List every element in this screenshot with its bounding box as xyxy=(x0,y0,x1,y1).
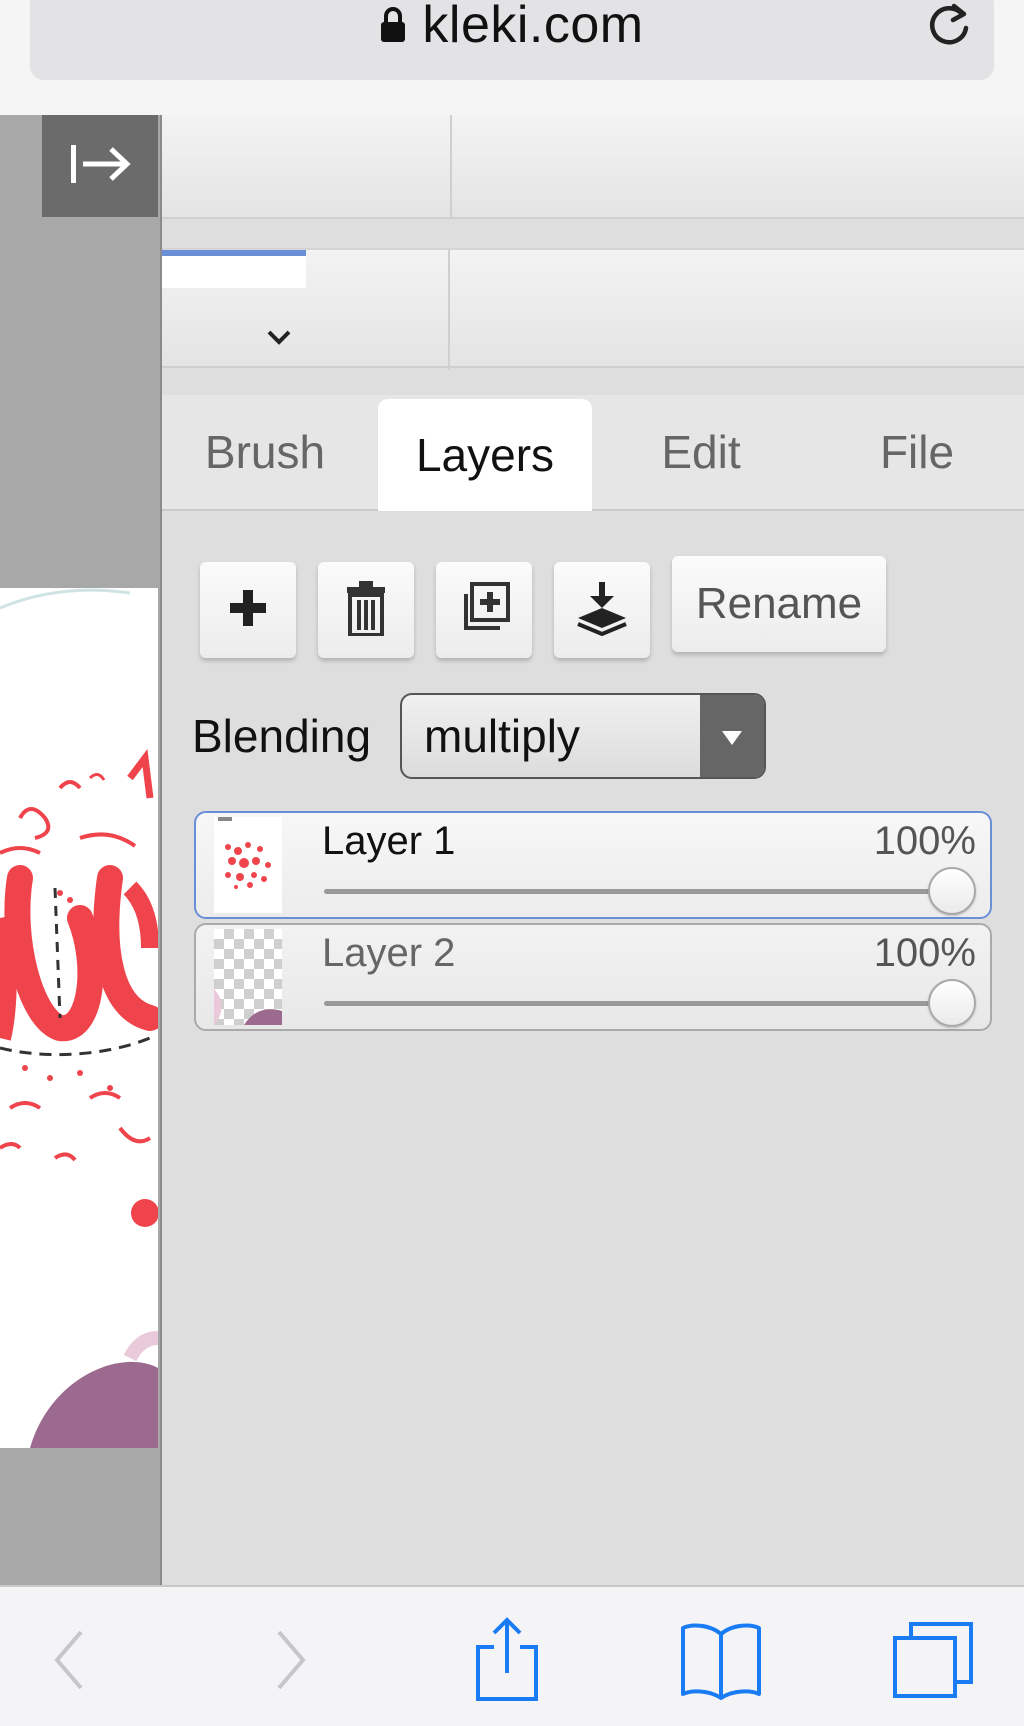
forward-button[interactable] xyxy=(246,1617,336,1707)
canvas-artwork[interactable] xyxy=(0,588,158,1448)
blending-value: multiply xyxy=(424,710,580,762)
top-row-divider xyxy=(450,115,452,219)
blending-label: Blending xyxy=(192,710,372,762)
lock-icon xyxy=(380,5,406,45)
bookmarks-icon xyxy=(679,1620,763,1705)
tabs-button[interactable] xyxy=(888,1617,978,1707)
trash-icon xyxy=(345,580,387,641)
bookmarks-button[interactable] xyxy=(676,1617,766,1707)
delete-layer-button[interactable] xyxy=(318,562,414,658)
tab-edit[interactable]: Edit xyxy=(594,395,808,509)
slider-track xyxy=(324,1001,952,1006)
merge-layer-down-button[interactable] xyxy=(554,562,650,658)
tab-file[interactable]: File xyxy=(810,395,1024,509)
panel-top-row xyxy=(162,115,1024,219)
chevron-down-icon[interactable] xyxy=(266,328,292,346)
merge-down-icon xyxy=(576,580,628,641)
tab-brush[interactable]: Brush xyxy=(162,395,368,509)
add-layer-button[interactable] xyxy=(200,562,296,658)
dropdown-arrow-icon xyxy=(700,695,764,777)
address-bar[interactable]: kleki.com xyxy=(30,0,994,80)
color-swatch[interactable] xyxy=(162,250,306,288)
share-button[interactable] xyxy=(462,1616,552,1708)
second-row-divider xyxy=(448,250,450,370)
back-icon xyxy=(49,1628,89,1697)
browser-bottom-toolbar xyxy=(0,1585,1024,1726)
collapse-panel-button[interactable] xyxy=(42,115,158,217)
canvas-area[interactable] xyxy=(0,115,158,1585)
duplicate-icon xyxy=(458,581,510,639)
panel-second-row xyxy=(162,248,1024,370)
blending-row: Blending multiply xyxy=(192,693,992,779)
layer-2-opacity-slider[interactable] xyxy=(324,979,976,1027)
layer-1-opacity-slider[interactable] xyxy=(324,867,976,915)
duplicate-layer-button[interactable] xyxy=(436,562,532,658)
kleki-app: Brush Layers Edit File Rename Blending m… xyxy=(0,115,1024,1585)
tabs-icon xyxy=(891,1620,975,1705)
layer-item-1[interactable]: Layer 1 100% xyxy=(194,811,992,919)
collapse-panel-icon xyxy=(67,139,133,194)
panel-tabs: Brush Layers Edit File xyxy=(162,395,1024,511)
forward-icon xyxy=(271,1628,311,1697)
tool-panel: Brush Layers Edit File Rename Blending m… xyxy=(160,115,1024,1585)
layer-item-2[interactable]: Layer 2 100% xyxy=(194,923,992,1031)
layer-1-thumbnail xyxy=(214,817,282,913)
slider-thumb[interactable] xyxy=(928,867,976,915)
browser-url-bar-area: kleki.com xyxy=(0,0,1024,115)
back-button[interactable] xyxy=(24,1617,114,1707)
layer-2-name: Layer 2 xyxy=(322,931,456,975)
reload-icon[interactable] xyxy=(924,0,974,50)
rename-layer-button[interactable]: Rename xyxy=(672,556,886,652)
plus-icon xyxy=(228,588,268,633)
layer-1-opacity: 100% xyxy=(873,819,976,863)
layer-1-name: Layer 1 xyxy=(322,819,456,863)
artwork-image xyxy=(0,588,158,1448)
url-content: kleki.com xyxy=(30,0,994,54)
slider-thumb[interactable] xyxy=(928,979,976,1027)
url-text[interactable]: kleki.com xyxy=(422,0,643,55)
blending-select[interactable]: multiply xyxy=(400,693,766,779)
share-icon xyxy=(472,1616,542,1708)
layer-2-opacity: 100% xyxy=(873,931,976,975)
tab-layers[interactable]: Layers xyxy=(378,399,592,511)
layer-2-thumbnail xyxy=(214,929,282,1025)
slider-track xyxy=(324,889,952,894)
